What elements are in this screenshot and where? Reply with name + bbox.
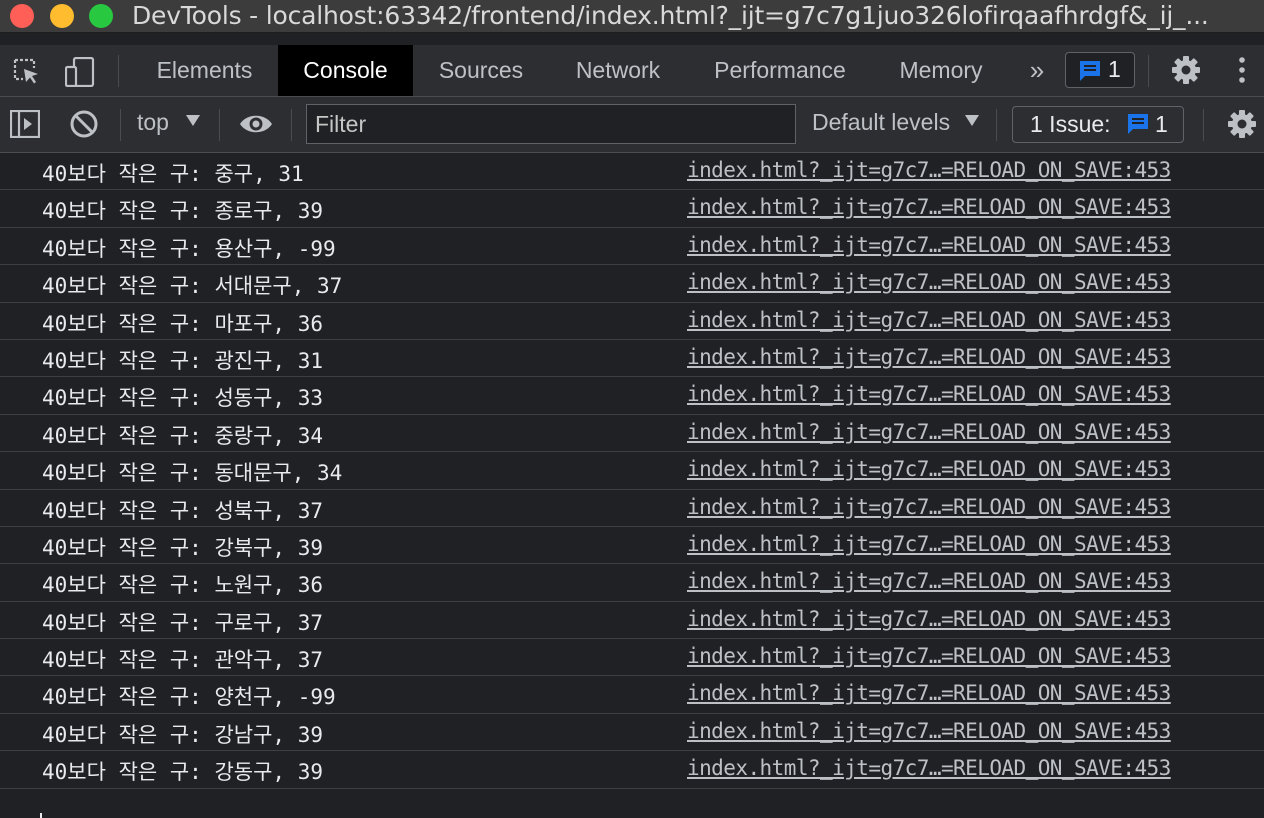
console-message-text: 40보다 작은 구: 노원구, 36 — [42, 573, 323, 598]
gear-icon[interactable] — [1227, 109, 1257, 144]
tab-sources[interactable]: Sources — [416, 45, 546, 96]
source-link[interactable]: index.html?_ijt=g7c7…=RELOAD_ON_SAVE:453 — [687, 756, 1171, 780]
console-message-row: 40보다 작은 구: 강북구, 39 index.html?_ijt=g7c7…=… — [0, 527, 1264, 565]
console-message-row: 40보다 작은 구: 마포구, 36 index.html?_ijt=g7c7…=… — [0, 303, 1264, 340]
tab-elements[interactable]: Elements — [133, 45, 276, 96]
log-levels-dropdown[interactable]: Default levels — [812, 109, 950, 136]
source-link[interactable]: index.html?_ijt=g7c7…=RELOAD_ON_SAVE:453 — [687, 719, 1171, 743]
more-vert-icon[interactable] — [1232, 56, 1252, 84]
clear-console-icon[interactable] — [69, 109, 99, 144]
console-message-row: 40보다 작은 구: 광진구, 31 index.html?_ijt=g7c7…=… — [0, 340, 1264, 378]
window-maximize-button[interactable] — [89, 4, 113, 28]
toolbar-separator — [120, 109, 121, 141]
message-icon — [1126, 112, 1150, 141]
issues-label: 1 Issue: — [1030, 111, 1111, 137]
issues-badge-button[interactable]: 1 — [1065, 52, 1135, 88]
console-toolbar: top Default levels 1 Issue: 1 — [0, 97, 1264, 153]
issues-badge-count: 1 — [1108, 56, 1121, 82]
source-link[interactable]: index.html?_ijt=g7c7…=RELOAD_ON_SAVE:453 — [687, 345, 1171, 369]
filter-input[interactable] — [306, 104, 796, 144]
more-tabs-button[interactable]: » — [1024, 45, 1050, 96]
source-link[interactable]: index.html?_ijt=g7c7…=RELOAD_ON_SAVE:453 — [687, 270, 1171, 294]
tabbar-separator — [1148, 55, 1149, 87]
console-message-text: 40보다 작은 구: 중구, 31 — [42, 162, 304, 186]
window-minimize-button[interactable] — [50, 4, 74, 28]
window-close-button[interactable] — [10, 4, 34, 28]
console-message-text: 40보다 작은 구: 구로구, 37 — [42, 610, 323, 635]
console-message-text: 40보다 작은 구: 동대문구, 34 — [42, 461, 343, 486]
console-message-row: 40보다 작은 구: 강남구, 39 index.html?_ijt=g7c7…=… — [0, 714, 1264, 752]
message-icon — [1078, 59, 1102, 88]
devtools-tabbar: Elements Console Sources Network Perform… — [0, 45, 1264, 97]
console-message-text: 40보다 작은 구: 성북구, 37 — [42, 498, 323, 523]
console-message-text: 40보다 작은 구: 종로구, 39 — [42, 199, 323, 224]
chevron-down-icon — [965, 115, 979, 126]
console-message-text: 40보다 작은 구: 관악구, 37 — [42, 648, 323, 673]
issues-count: 1 — [1155, 111, 1168, 137]
source-link[interactable]: index.html?_ijt=g7c7…=RELOAD_ON_SAVE:453 — [687, 195, 1171, 219]
console-message-row: 40보다 작은 구: 종로구, 39 index.html?_ijt=g7c7…=… — [0, 190, 1264, 228]
console-message-text: 40보다 작은 구: 양천구, -99 — [42, 685, 336, 710]
console-message-row: 40보다 작은 구: 강동구, 39 index.html?_ijt=g7c7…=… — [0, 751, 1264, 789]
issues-button[interactable]: 1 Issue: 1 — [1012, 106, 1184, 143]
source-link[interactable]: index.html?_ijt=g7c7…=RELOAD_ON_SAVE:453 — [687, 495, 1171, 519]
window-titlebar: DevTools - localhost:63342/frontend/inde… — [0, 0, 1264, 33]
console-message-text: 40보다 작은 구: 마포구, 36 — [42, 311, 323, 336]
source-link[interactable]: index.html?_ijt=g7c7…=RELOAD_ON_SAVE:453 — [687, 382, 1171, 406]
console-message-row: 40보다 작은 구: 관악구, 37 index.html?_ijt=g7c7…=… — [0, 639, 1264, 677]
console-message-row: 40보다 작은 구: 성북구, 37 index.html?_ijt=g7c7…=… — [0, 490, 1264, 527]
tab-network[interactable]: Network — [552, 45, 684, 96]
source-link[interactable]: index.html?_ijt=g7c7…=RELOAD_ON_SAVE:453 — [687, 569, 1171, 593]
console-output: 40보다 작은 구: 중구, 31 index.html?_ijt=g7c7…=R… — [0, 153, 1264, 818]
live-expression-icon[interactable] — [239, 111, 273, 142]
source-link[interactable]: index.html?_ijt=g7c7…=RELOAD_ON_SAVE:453 — [687, 233, 1171, 257]
console-message-row: 40보다 작은 구: 노원구, 36 index.html?_ijt=g7c7…=… — [0, 564, 1264, 602]
console-message-text: 40보다 작은 구: 서대문구, 37 — [42, 274, 343, 299]
source-link[interactable]: index.html?_ijt=g7c7…=RELOAD_ON_SAVE:453 — [687, 158, 1171, 182]
console-message-row: 40보다 작은 구: 구로구, 37 index.html?_ijt=g7c7…=… — [0, 602, 1264, 640]
sidebar-toggle-icon[interactable] — [9, 109, 41, 143]
tab-performance[interactable]: Performance — [690, 45, 870, 96]
tabbar-separator — [118, 55, 119, 87]
toolbar-separator — [996, 109, 997, 141]
tab-console[interactable]: Console — [278, 45, 413, 96]
console-message-text: 40보다 작은 구: 성동구, 33 — [42, 386, 323, 411]
inspect-element-icon[interactable] — [12, 57, 40, 85]
source-link[interactable]: index.html?_ijt=g7c7…=RELOAD_ON_SAVE:453 — [687, 607, 1171, 631]
tab-memory[interactable]: Memory — [876, 45, 1006, 96]
console-message-text: 40보다 작은 구: 강남구, 39 — [42, 722, 323, 747]
console-message-row: 40보다 작은 구: 중랑구, 34 index.html?_ijt=g7c7…=… — [0, 415, 1264, 453]
toolbar-separator — [219, 109, 220, 141]
console-message-row: 40보다 작은 구: 동대문구, 34 index.html?_ijt=g7c7…… — [0, 452, 1264, 490]
window-title: DevTools - localhost:63342/frontend/inde… — [132, 1, 1209, 30]
console-prompt-caret[interactable] — [40, 813, 42, 818]
source-link[interactable]: index.html?_ijt=g7c7…=RELOAD_ON_SAVE:453 — [687, 308, 1171, 332]
gear-icon[interactable] — [1171, 55, 1200, 84]
source-link[interactable]: index.html?_ijt=g7c7…=RELOAD_ON_SAVE:453 — [687, 681, 1171, 705]
console-message-row: 40보다 작은 구: 중구, 31 index.html?_ijt=g7c7…=R… — [0, 153, 1264, 191]
console-message-text: 40보다 작은 구: 용산구, -99 — [42, 236, 336, 261]
source-link[interactable]: index.html?_ijt=g7c7…=RELOAD_ON_SAVE:453 — [687, 532, 1171, 556]
toolbar-separator — [291, 109, 292, 141]
source-link[interactable]: index.html?_ijt=g7c7…=RELOAD_ON_SAVE:453 — [687, 420, 1171, 444]
console-message-text: 40보다 작은 구: 중랑구, 34 — [42, 423, 323, 448]
console-message-row: 40보다 작은 구: 성동구, 33 index.html?_ijt=g7c7…=… — [0, 377, 1264, 415]
console-message-text: 40보다 작은 구: 강북구, 39 — [42, 535, 323, 560]
context-selector[interactable]: top — [137, 109, 169, 136]
source-link[interactable]: index.html?_ijt=g7c7…=RELOAD_ON_SAVE:453 — [687, 644, 1171, 668]
console-message-row: 40보다 작은 구: 서대문구, 37 index.html?_ijt=g7c7…… — [0, 265, 1264, 303]
console-message-row: 40보다 작은 구: 양천구, -99 index.html?_ijt=g7c7…… — [0, 676, 1264, 714]
toolbar-separator — [1203, 109, 1204, 141]
console-message-text: 40보다 작은 구: 강동구, 39 — [42, 760, 323, 785]
console-message-row: 40보다 작은 구: 용산구, -99 index.html?_ijt=g7c7…… — [0, 228, 1264, 266]
chevron-down-icon — [186, 115, 200, 126]
device-toolbar-icon[interactable] — [64, 56, 95, 88]
console-message-text: 40보다 작은 구: 광진구, 31 — [42, 348, 323, 373]
source-link[interactable]: index.html?_ijt=g7c7…=RELOAD_ON_SAVE:453 — [687, 457, 1171, 481]
